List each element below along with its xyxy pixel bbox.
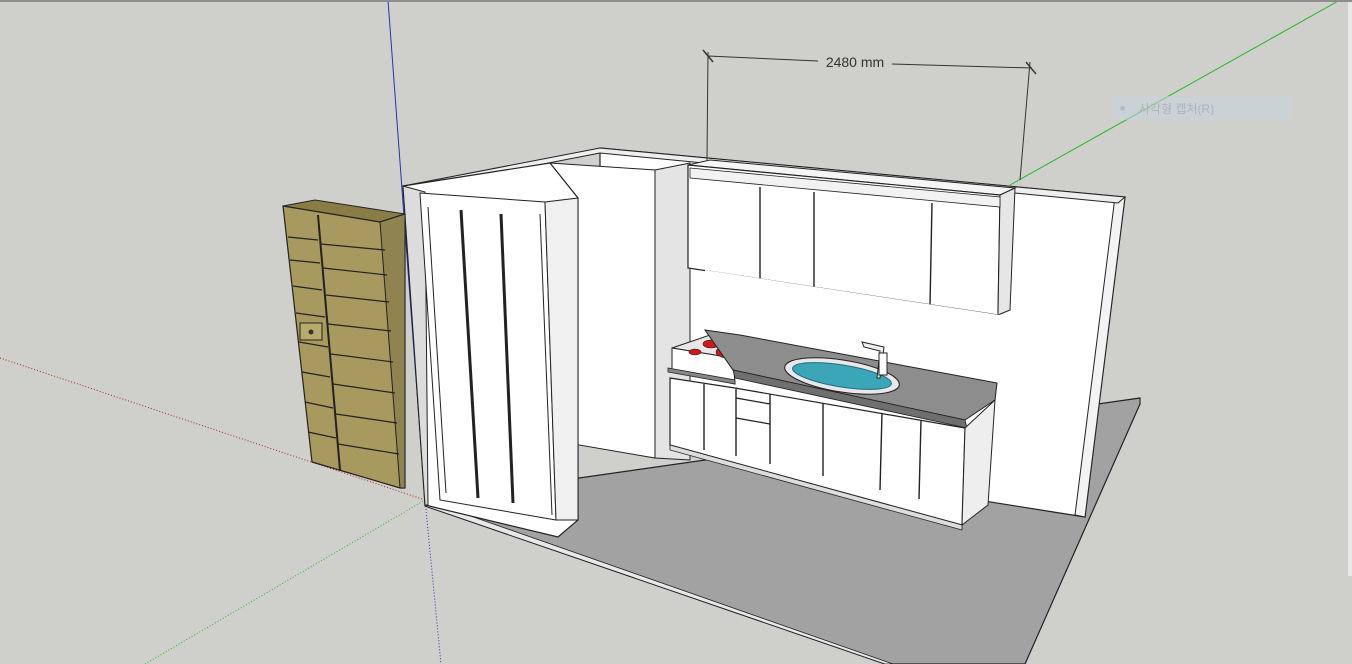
dim-extension-right (1019, 61, 1031, 181)
faucet-body (878, 352, 888, 376)
viewport-right-edge (1348, 2, 1352, 576)
burner-3 (688, 348, 702, 356)
green-axis-dotted (144, 499, 426, 664)
dim-line-left (707, 55, 819, 62)
context-tooltip: 사각형 캡처(R) (1112, 96, 1290, 120)
viewport-top-border (0, 0, 1352, 2)
tooltip-label: 사각형 캡처(R) (1139, 101, 1215, 116)
dimension-annotation[interactable]: 2480 mm (702, 49, 1037, 181)
green-axis-solid (1009, 0, 1341, 186)
tooltip-bullet-icon (1120, 105, 1125, 111)
wood-bookshelf[interactable] (282, 199, 406, 489)
tall-cabinet-front[interactable] (419, 192, 557, 521)
dimension-label: 2480 mm (826, 54, 884, 70)
dim-extension-left (706, 51, 709, 161)
bookshelf-drawer-knob (308, 329, 314, 335)
dim-line-right (891, 63, 1033, 69)
blue-axis-dotted (424, 499, 442, 664)
